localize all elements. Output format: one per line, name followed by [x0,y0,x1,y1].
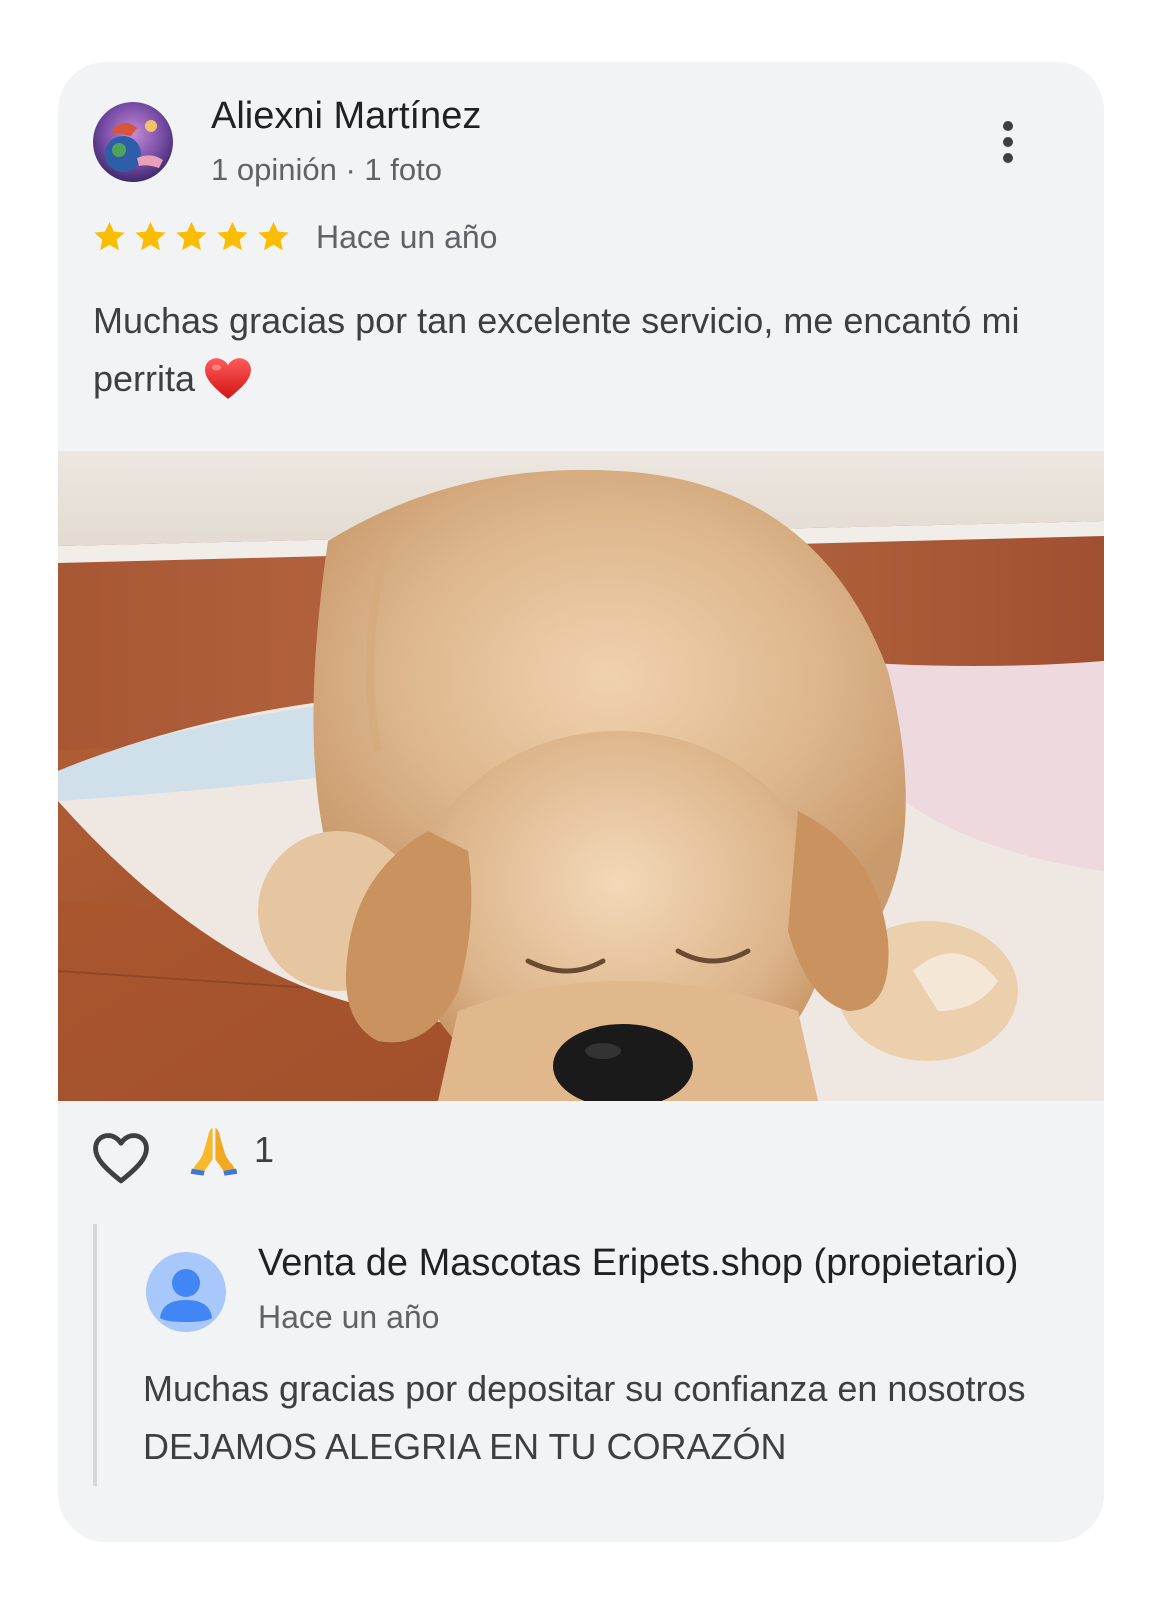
author-meta: 1 opinión · 1 foto [211,152,442,187]
star-icon [94,221,125,251]
owner-avatar[interactable] [146,1252,226,1332]
folded-hands-emoji [190,1127,238,1176]
star-rating [91,218,292,255]
more-vert-icon [1003,121,1013,131]
review-card: Aliexni Martínez 1 opinión · 1 foto Hace… [58,62,1104,1542]
puppy-photo[interactable] [58,451,1104,1101]
red-heart-emoji [203,355,253,418]
review-text: Muchas gracias por tan excelente servici… [93,292,1053,418]
reply-divider [93,1224,97,1486]
author-avatar[interactable] [93,102,173,182]
reaction-count: 1 [254,1129,275,1170]
owner-reply-date: Hace un año [258,1299,440,1335]
like-button[interactable] [90,1130,152,1186]
heart-outline-icon [93,1133,149,1184]
owner-reply-text: Muchas gracias por depositar su confianz… [143,1368,1026,1467]
star-icon [176,221,207,251]
star-icon [135,221,166,251]
more-options-button[interactable] [988,110,1028,174]
star-icon [258,221,289,251]
review-date: Hace un año [316,219,498,255]
owner-name: Venta de Mascotas Eripets.shop (propieta… [258,1242,1019,1284]
author-name[interactable]: Aliexni Martínez [211,95,481,138]
reaction-summary[interactable]: 1 [186,1122,274,1178]
star-icon [217,221,248,251]
person-icon [160,1269,212,1322]
